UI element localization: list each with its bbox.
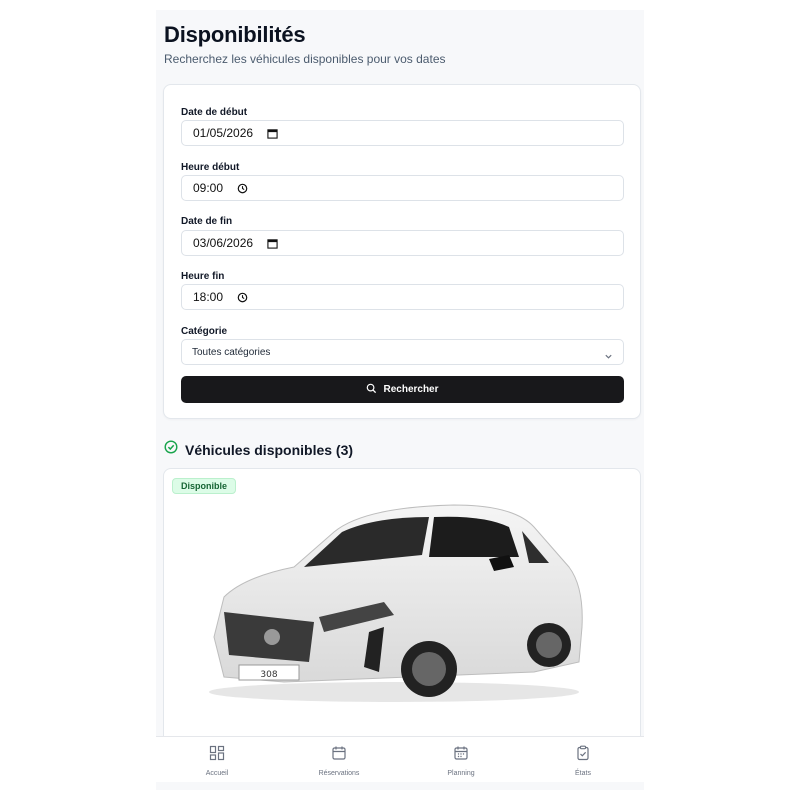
page-title: Disponibilités <box>164 22 306 47</box>
search-button[interactable]: Rechercher <box>181 376 624 403</box>
search-icon <box>366 383 377 397</box>
nav-item-reservations[interactable]: Réservations <box>278 737 400 777</box>
nav-item-etats[interactable]: États <box>522 737 644 777</box>
results-title: Véhicules disponibles (3) <box>185 441 354 458</box>
start-date-label: Date de début <box>181 107 248 118</box>
calendar-icon[interactable] <box>267 128 278 139</box>
end-date-input[interactable]: 03/06/2026 <box>181 230 624 256</box>
calendar-grid-icon <box>453 745 469 766</box>
nav-label-planning: Planning <box>447 770 475 777</box>
dashboard-icon <box>209 745 225 766</box>
start-date-value: 01/05/2026 <box>193 126 254 140</box>
search-button-label: Rechercher <box>383 384 439 395</box>
nav-label-etats: États <box>575 770 591 777</box>
plate-text: 308 <box>260 670 277 680</box>
category-label: Catégorie <box>181 326 228 337</box>
category-select[interactable]: Toutes catégories <box>181 339 624 365</box>
clipboard-check-icon <box>575 745 591 766</box>
car-image: 308 <box>209 504 583 702</box>
nav-label-reservations: Réservations <box>318 770 360 777</box>
end-time-value: 18:00 <box>193 290 224 304</box>
category-value: Toutes catégories <box>192 346 271 358</box>
end-date-label: Date de fin <box>181 216 233 227</box>
nav-label-accueil: Accueil <box>205 770 229 777</box>
nav-item-planning[interactable]: Planning <box>400 737 522 777</box>
page-subtitle: Recherchez les véhicules disponibles pou… <box>164 52 446 66</box>
end-time-input[interactable]: 18:00 <box>181 284 624 310</box>
calendar-icon <box>331 745 347 766</box>
check-circle-icon <box>164 440 178 459</box>
nav-item-accueil[interactable]: Accueil <box>156 737 278 777</box>
search-form-card: Date de début 01/05/2026 Heure début 09:… <box>163 84 641 419</box>
bottom-navigation: Accueil Réservations Planning États <box>156 736 644 782</box>
clock-icon[interactable] <box>237 183 248 194</box>
app-screen: Disponibilités Recherchez les véhicules … <box>156 10 644 790</box>
start-time-label: Heure début <box>181 162 240 173</box>
start-time-input[interactable]: 09:00 <box>181 175 624 201</box>
chevron-down-icon <box>604 348 613 366</box>
results-header: Véhicules disponibles (3) <box>164 440 353 459</box>
end-time-label: Heure fin <box>181 271 225 282</box>
start-date-input[interactable]: 01/05/2026 <box>181 120 624 146</box>
clock-icon[interactable] <box>237 292 248 303</box>
vehicle-card[interactable]: Disponible 308 <box>163 468 641 768</box>
end-date-value: 03/06/2026 <box>193 236 254 250</box>
start-time-value: 09:00 <box>193 181 224 195</box>
calendar-icon[interactable] <box>267 238 278 249</box>
